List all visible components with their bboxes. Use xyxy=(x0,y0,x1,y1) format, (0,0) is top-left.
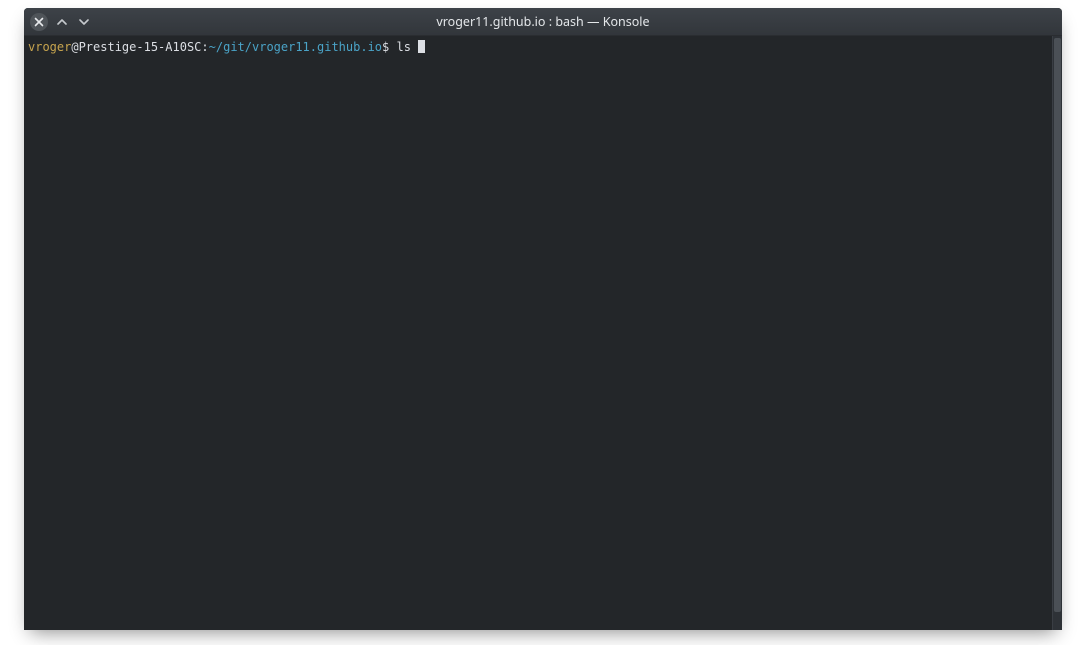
prompt-user: vroger xyxy=(28,40,71,54)
close-icon xyxy=(34,17,44,27)
terminal-window: vroger11.github.io : bash — Konsole vrog… xyxy=(24,8,1062,630)
prompt-symbol: $ xyxy=(382,40,396,54)
window-title: vroger11.github.io : bash — Konsole xyxy=(436,13,649,30)
maximize-up-button[interactable] xyxy=(54,14,70,30)
chevron-down-icon xyxy=(79,17,89,27)
terminal-body[interactable]: vroger@Prestige-15-A10SC:~/git/vroger11.… xyxy=(24,36,1062,630)
chevron-up-icon xyxy=(57,17,67,27)
close-button[interactable] xyxy=(30,13,48,31)
titlebar[interactable]: vroger11.github.io : bash — Konsole xyxy=(24,8,1062,36)
prompt-command: ls xyxy=(396,40,418,54)
scrollbar[interactable] xyxy=(1052,36,1062,630)
minimize-down-button[interactable] xyxy=(76,14,92,30)
scrollbar-thumb[interactable] xyxy=(1054,38,1061,612)
prompt-host: @Prestige-15-A10SC: xyxy=(71,40,208,54)
titlebar-buttons xyxy=(30,13,92,31)
prompt-path: ~/git/vroger11.github.io xyxy=(209,40,382,54)
cursor-icon xyxy=(418,40,425,53)
terminal-content: vroger@Prestige-15-A10SC:~/git/vroger11.… xyxy=(28,40,1058,54)
